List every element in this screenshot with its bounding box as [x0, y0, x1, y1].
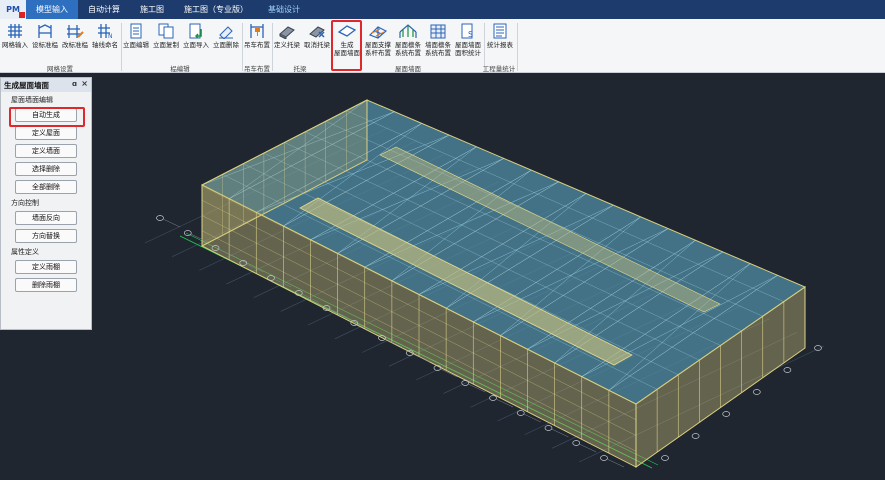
pin-icon[interactable]: ɑ: [72, 80, 77, 88]
highlight-box-ribbon: [331, 20, 362, 71]
delete-all-button[interactable]: 全部删除: [15, 180, 77, 194]
define-beam-button[interactable]: 定义托梁: [272, 21, 302, 59]
logo-text: PM: [6, 5, 20, 14]
logo-mark-icon: [19, 12, 25, 18]
edit-standard-frame-button[interactable]: 改标准榀: [60, 21, 90, 59]
tab-foundation-design[interactable]: 基础设计: [258, 0, 310, 19]
ribbon-tab-bar: PM 模型输入 自动计算 施工图 施工图（专业版） 基础设计: [0, 0, 885, 19]
tab-construction-pro[interactable]: 施工图（专业版）: [174, 0, 258, 19]
wall-purlin-icon: [427, 21, 449, 41]
group-label-roof-wall: 屋面墙面: [395, 65, 421, 73]
group-label-crane: 吊车布置: [244, 65, 270, 73]
panel-header: 生成屋面墙面 ɑ ×: [1, 78, 91, 92]
elevation-import-icon: [185, 21, 207, 41]
elevation-edit-icon: [125, 21, 147, 41]
svg-text:N: N: [108, 33, 113, 39]
elevation-copy-button[interactable]: 立面复制: [151, 21, 181, 59]
define-canopy-button[interactable]: 定义雨棚: [15, 260, 77, 274]
axis-naming-button[interactable]: N 轴线命名: [90, 21, 120, 59]
highlight-box-panel: [9, 107, 85, 127]
delete-canopy-button[interactable]: 删除雨棚: [15, 278, 77, 292]
roof-brace-layout-button[interactable]: 屋面支撑 系杆布置: [363, 21, 393, 59]
panel-title: 生成屋面墙面: [4, 80, 49, 90]
elevation-edit-button[interactable]: 立面编辑: [121, 21, 151, 59]
elevation-import-button[interactable]: 立面导入: [181, 21, 211, 59]
group-label-grid-settings: 网格设置: [47, 65, 73, 73]
group-label-beam: 托梁: [293, 65, 307, 73]
define-beam-icon: [276, 21, 298, 41]
cancel-beam-button[interactable]: 取消托梁: [302, 21, 332, 59]
select-delete-button[interactable]: 选择删除: [15, 162, 77, 176]
svg-text:S: S: [468, 30, 473, 39]
elevation-delete-icon: [215, 21, 237, 41]
crane-layout-button[interactable]: 吊车布置: [242, 21, 272, 59]
direction-replace-button[interactable]: 方向替换: [15, 229, 77, 243]
group-label-quantity-stat: 工程量统计: [482, 65, 516, 73]
grid-icon: [4, 21, 26, 41]
tab-model-input[interactable]: 模型输入: [26, 0, 78, 19]
wall-purlin-layout-button[interactable]: 墙面檩条 系统布置: [423, 21, 453, 59]
report-icon: [489, 21, 511, 41]
area-stat-icon: S: [457, 21, 479, 41]
roof-purlin-layout-button[interactable]: 屋面檩条 系统布置: [393, 21, 423, 59]
frame-set-icon: [34, 21, 56, 41]
cancel-beam-icon: [306, 21, 328, 41]
roof-purlin-icon: [397, 21, 419, 41]
elevation-copy-icon: [155, 21, 177, 41]
tab-construction-drawing[interactable]: 施工图: [130, 0, 174, 19]
section-attribute-define: 属性定义: [11, 248, 39, 256]
grid-input-button[interactable]: 网格输入: [0, 21, 30, 59]
elevation-delete-button[interactable]: 立面删除: [211, 21, 241, 59]
frame-edit-icon: [64, 21, 86, 41]
define-roof-button[interactable]: 定义屋面: [15, 126, 77, 140]
set-standard-frame-button[interactable]: 设标准榀: [30, 21, 60, 59]
section-direction-control: 方向控制: [11, 199, 39, 207]
ribbon-toolbar: 网格输入 设标准榀 改标准榀 N 轴线命名 立面编辑 立面复制 立面导入 立面删…: [0, 19, 885, 73]
statistics-report-button[interactable]: 统计报表: [484, 21, 516, 59]
crane-icon: [246, 21, 268, 41]
define-wall-button[interactable]: 定义墙面: [15, 144, 77, 158]
roof-brace-icon: [367, 21, 389, 41]
wall-reverse-button[interactable]: 墙面反向: [15, 211, 77, 225]
roof-wall-area-stat-button[interactable]: S 屋面墙面 面积统计: [453, 21, 483, 59]
app-logo[interactable]: PM: [0, 0, 26, 19]
axis-name-icon: N: [94, 21, 116, 41]
section-roof-wall-edit: 屋面墙面编辑: [11, 96, 53, 104]
group-label-frame-edit: 榀编辑: [170, 65, 190, 73]
model-3d-viewport[interactable]: [0, 73, 885, 480]
close-icon[interactable]: ×: [81, 79, 88, 88]
tab-auto-calc[interactable]: 自动计算: [78, 0, 130, 19]
application-window: PM 模型输入 自动计算 施工图 施工图（专业版） 基础设计 网格输入 设标准榀…: [0, 0, 885, 480]
